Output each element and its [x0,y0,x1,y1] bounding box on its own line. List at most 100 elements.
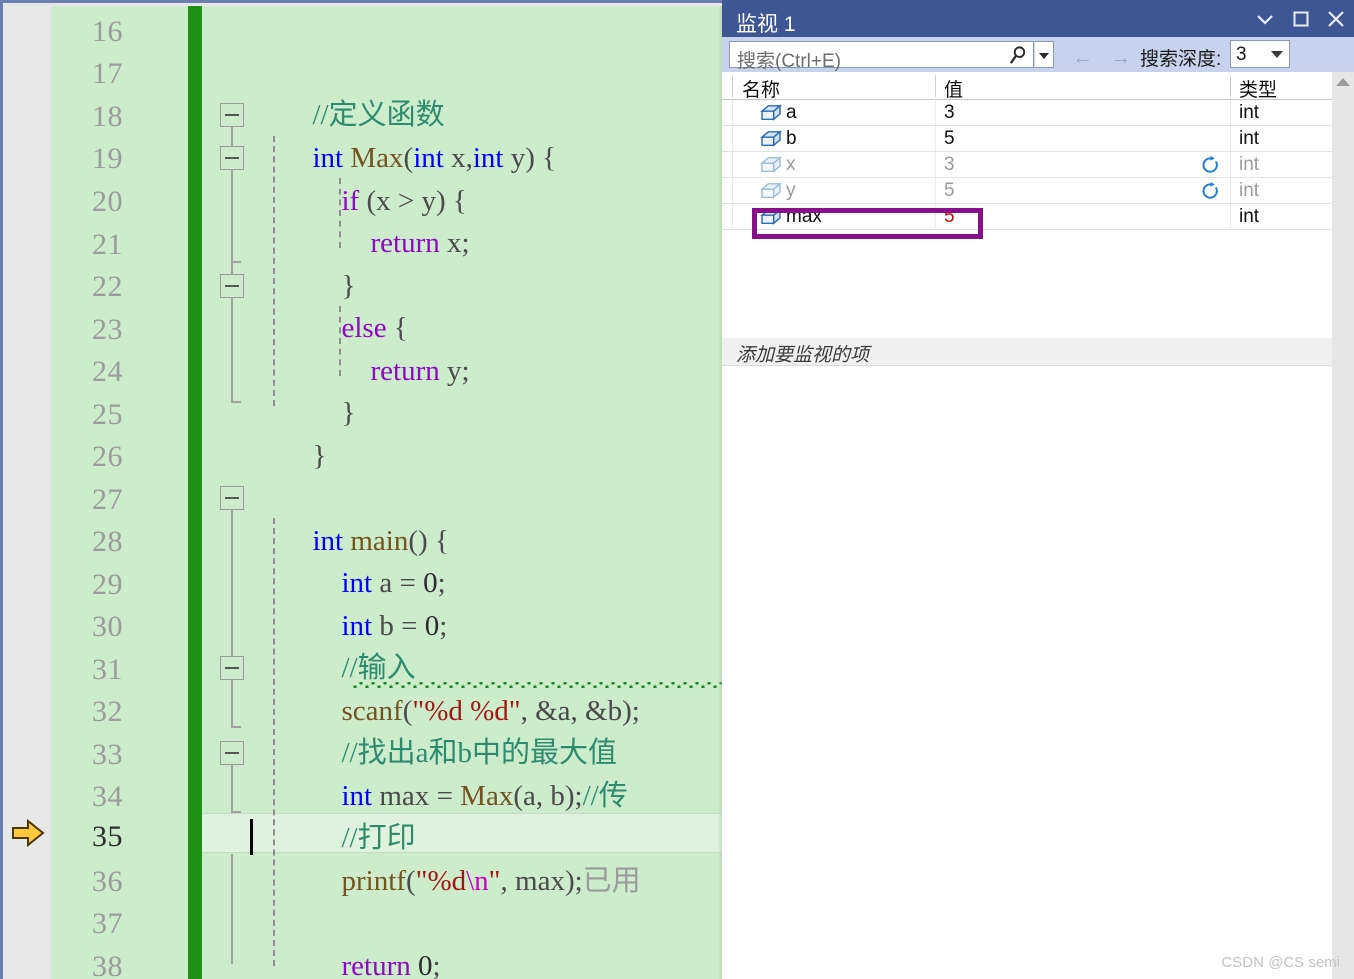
keyword-int: int [472,141,504,174]
breakpoint-gutter[interactable] [3,6,48,979]
watch-toolbar[interactable]: 搜索(Ctrl+E) ← → 搜索深度: 3 [722,37,1354,72]
variable-box-icon [760,156,782,173]
watch-value-changed[interactable]: 5 [944,204,955,229]
column-header-value[interactable]: 值 [944,75,963,102]
function-call-max: Max [460,779,514,812]
table-row[interactable]: x 3 int [722,152,1332,178]
search-icon[interactable] [1008,45,1029,66]
line-number-current: 35 [92,820,123,853]
column-header-type[interactable]: 类型 [1239,75,1277,102]
editor-text-area[interactable]: 16 17 18 19 20 21 22 23 24 25 26 27 28 2… [51,6,722,979]
line-number: 38 [92,950,123,979]
watch-window-title: 监视 1 [736,13,796,36]
table-row[interactable]: max 5 int [722,204,1332,230]
watch-grid-header: 名称 值 类型 [722,72,1332,102]
line-number: 16 [92,15,123,48]
outline-vertical-line [231,854,233,964]
outline-vertical-line [231,510,233,656]
table-row[interactable]: a 3 int [722,100,1332,126]
semicolon: ; [432,949,441,979]
search-forward-arrow-icon[interactable]: → [1110,46,1131,70]
cell-divider [1230,204,1231,229]
cell-divider [935,204,936,229]
watch-title-bar[interactable]: 监视 1 [722,0,1354,37]
watch-name[interactable]: a [786,100,797,125]
string-literal-close: " [488,864,501,897]
table-row[interactable]: y 5 int [722,178,1332,204]
cell-divider [732,100,733,125]
header-divider[interactable] [1230,75,1231,97]
line-number: 34 [92,780,123,813]
comma: , [535,779,551,812]
search-options-dropdown[interactable] [1035,41,1054,68]
line-number: 28 [92,525,123,558]
current-statement-arrow-icon [12,818,45,848]
watch-type: int [1239,154,1260,175]
watch-value[interactable]: 5 [944,126,955,151]
variable-box-icon [760,182,782,199]
header-divider[interactable] [935,75,936,97]
watch-value[interactable]: 3 [944,100,955,125]
paren: ); [622,694,640,727]
vs-debug-screen: 16 17 18 19 20 21 22 23 24 25 26 27 28 2… [0,0,1354,979]
table-row[interactable]: b 5 int [722,126,1332,152]
watch-name[interactable]: y [786,178,796,203]
closing-brace: } [312,439,327,472]
outline-vertical-line [231,298,233,403]
watch-name[interactable]: x [786,152,796,177]
line-number: 32 [92,695,123,728]
chevron-down-icon[interactable] [1252,6,1278,32]
scroll-up-arrow-icon[interactable] [1336,78,1350,86]
search-input[interactable]: 搜索(Ctrl+E) [729,41,1034,72]
line-number: 30 [92,610,123,643]
watch-window[interactable]: 监视 1 搜索(Ctrl+E) ← → 搜索深度: 3 名称 值 类型 a 3 … [722,0,1354,979]
comma: , [500,864,516,897]
line-number: 26 [92,440,123,473]
var-y: y [439,354,462,387]
search-back-arrow-icon[interactable]: ← [1072,46,1093,70]
code-line-38[interactable]: } [240,944,326,979]
code-column[interactable]: //定义函数 int Max(int x,int y) { if (x > y)… [202,6,722,979]
keyword-return: return [370,226,440,259]
keyword-return: return [370,354,440,387]
watch-type: int [1239,206,1260,227]
number-literal: 0 [424,609,440,642]
watch-name[interactable]: b [786,126,797,151]
outline-vertical-line [231,680,233,728]
search-depth-combobox[interactable]: 3 [1230,40,1290,68]
maximize-icon[interactable] [1288,6,1314,32]
codelens-elapsed: 已用 [582,864,641,897]
line-number: 19 [92,142,123,175]
variable-box-icon [760,208,782,225]
text-caret [250,819,253,855]
unsaved-change-bar [188,6,202,979]
refresh-icon[interactable] [1200,181,1221,202]
line-number: 17 [92,57,123,90]
watch-vertical-scrollbar[interactable] [1332,72,1354,979]
watch-value[interactable]: 5 [944,178,955,203]
line-number: 23 [92,313,123,346]
line-number: 36 [92,865,123,898]
cell-divider [935,152,936,177]
arg-b: b [550,779,565,812]
watch-type: int [1239,102,1260,123]
header-divider[interactable] [732,75,733,97]
var-x: x [439,226,462,259]
line-number: 31 [92,653,123,686]
paren: ); [564,864,583,897]
code-editor[interactable]: 16 17 18 19 20 21 22 23 24 25 26 27 28 2… [0,0,722,979]
variable-box-icon [760,104,782,121]
refresh-icon[interactable] [1200,155,1221,176]
watch-value[interactable]: 3 [944,152,955,177]
watch-name[interactable]: max [786,204,822,229]
param-y: y [503,141,526,174]
line-number: 22 [92,270,123,303]
paren: ) { [525,141,557,174]
cell-divider [732,126,733,151]
cell-divider [1230,100,1231,125]
add-watch-item-row[interactable]: 添加要监视的项 [722,338,1332,366]
close-icon[interactable] [1323,6,1349,32]
escape-newline: \n [466,864,489,897]
column-header-name[interactable]: 名称 [742,75,780,102]
